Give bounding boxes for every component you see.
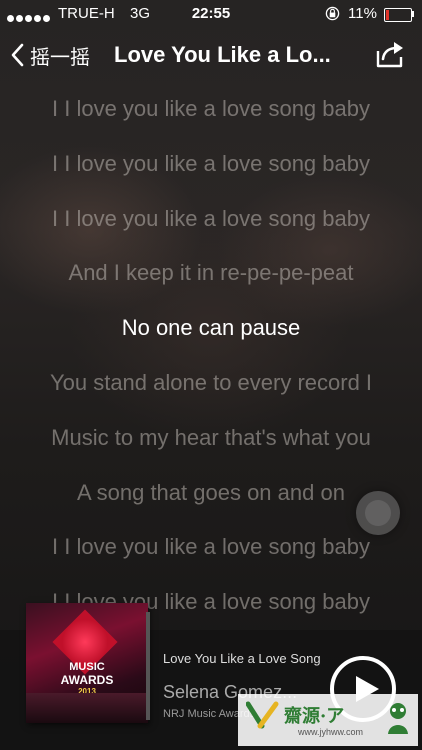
cover-edge — [146, 612, 150, 720]
share-icon[interactable] — [374, 39, 406, 69]
page-title: Love You Like a Lo... — [114, 42, 331, 67]
album-cover[interactable]: MUSIC AWARDS 2013 — [26, 603, 148, 723]
battery-icon — [384, 8, 412, 22]
chevron-left-icon — [11, 43, 24, 67]
assistive-touch-button[interactable] — [356, 491, 400, 535]
song-title: Love You Like a Love Song — [163, 651, 321, 666]
lyric-line-current: No one can pause — [121, 315, 301, 341]
battery-tip — [412, 11, 414, 17]
rotation-lock-icon — [325, 6, 340, 21]
lyric-line: And I keep it in re-pe-pe-peat — [68, 260, 354, 286]
watermark-logo-icon — [388, 703, 408, 734]
lyrics-view[interactable]: I I love you like a love song baby I I lo… — [0, 84, 422, 630]
watermark-text: 齋源·ア — [284, 706, 345, 727]
lyric-line: I I love you like a love song baby — [52, 205, 370, 231]
cover-text: MUSIC AWARDS 2013 — [60, 661, 114, 696]
lyric-line: You stand alone to every record I — [49, 370, 373, 395]
status-bar: TRUE-H 3G 22:55 11% — [0, 0, 422, 28]
back-button[interactable]: 摇一摇 — [10, 40, 90, 70]
watermark-mark-icon — [246, 701, 279, 729]
site-watermark: 齋源·ア www.jyhww.com — [238, 694, 418, 746]
back-label: 摇一摇 — [30, 46, 90, 69]
lyric-line: I I love you like a love song baby — [52, 96, 370, 121]
battery-percent: 11% — [348, 5, 377, 22]
nav-bar: 摇一摇 Love You Like a Lo... — [0, 28, 422, 84]
watermark-url: www.jyhww.com — [298, 727, 364, 737]
cover-crowd-art — [26, 693, 148, 723]
lyric-line: I I love you like a love song baby — [52, 534, 370, 560]
lyric-line: Music to my hear that's what you — [51, 424, 371, 450]
lyric-line: I I love you like a love song baby — [52, 150, 370, 176]
